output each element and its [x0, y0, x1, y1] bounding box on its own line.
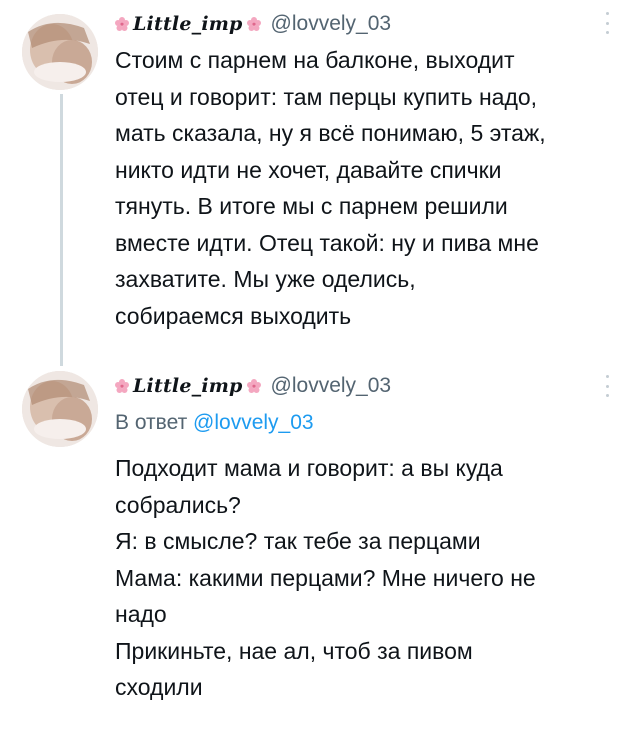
- author-handle[interactable]: @lovvely_03: [271, 12, 392, 36]
- tweet[interactable]: Little_imp @lovvely_03 Стоим с парнем на…: [0, 0, 640, 366]
- tweet-header: Little_imp @lovvely_03: [115, 10, 391, 38]
- cherry-blossom-icon: [246, 17, 261, 31]
- avatar[interactable]: [22, 371, 98, 447]
- text-line: Подходит мама и говорит: а вы куда: [115, 455, 503, 481]
- cherry-blossom-icon: [115, 17, 129, 31]
- reply-prefix: В ответ: [115, 411, 188, 434]
- text-line: надо: [115, 601, 167, 627]
- more-vertical-icon[interactable]: [604, 375, 610, 397]
- avatar[interactable]: [22, 14, 98, 90]
- text-line: никто идти не хочет, давайте спички: [115, 156, 502, 183]
- reply-mention-link[interactable]: @lovvely_03: [193, 411, 314, 434]
- tweet[interactable]: Little_imp @lovvely_03 В ответ @lovvely_…: [0, 355, 640, 751]
- reply-context: В ответ @lovvely_03: [115, 411, 314, 435]
- cherry-blossom-icon: [115, 379, 129, 393]
- text-line: Мама: какими перцами? Мне ничего не: [115, 564, 536, 591]
- text-line: мать сказала, ну я всё понимаю, 5 этаж,: [115, 120, 546, 146]
- text-line: вместе идти. Отец такой: ну и пива мне: [115, 229, 539, 256]
- text-line: тянуть. В итоге мы с парнем решили: [115, 193, 508, 219]
- text-line: отец и говорит: там перцы купить надо,: [115, 83, 538, 110]
- tweet-header: Little_imp @lovvely_03: [115, 372, 391, 400]
- text-line: Прикиньте, нае ал, чтоб за пивом: [115, 637, 473, 664]
- avatar-image: [22, 14, 98, 90]
- text-line: собрались?: [115, 491, 241, 518]
- avatar-image: [22, 371, 98, 447]
- text-line: Я: в смысле? так тебе за перцами: [115, 528, 481, 554]
- text-line: захватите. Мы уже оделись,: [115, 266, 416, 292]
- tweet-text: Стоим с парнем на балконе, выходит отец …: [115, 42, 625, 334]
- tweet-text: Подходит мама и говорит: а вы куда собра…: [115, 450, 625, 706]
- author-handle[interactable]: @lovvely_03: [271, 374, 392, 398]
- text-line: Стоим с парнем на балконе, выходит: [115, 47, 515, 73]
- text-line: собираемся выходить: [115, 302, 352, 329]
- author-display-name[interactable]: Little_imp: [133, 375, 243, 397]
- cherry-blossom-icon: [246, 379, 261, 393]
- text-line: сходили: [115, 674, 203, 700]
- author-display-name[interactable]: Little_imp: [133, 13, 243, 35]
- more-vertical-icon[interactable]: [604, 12, 610, 34]
- thread-connector-line: [60, 94, 63, 366]
